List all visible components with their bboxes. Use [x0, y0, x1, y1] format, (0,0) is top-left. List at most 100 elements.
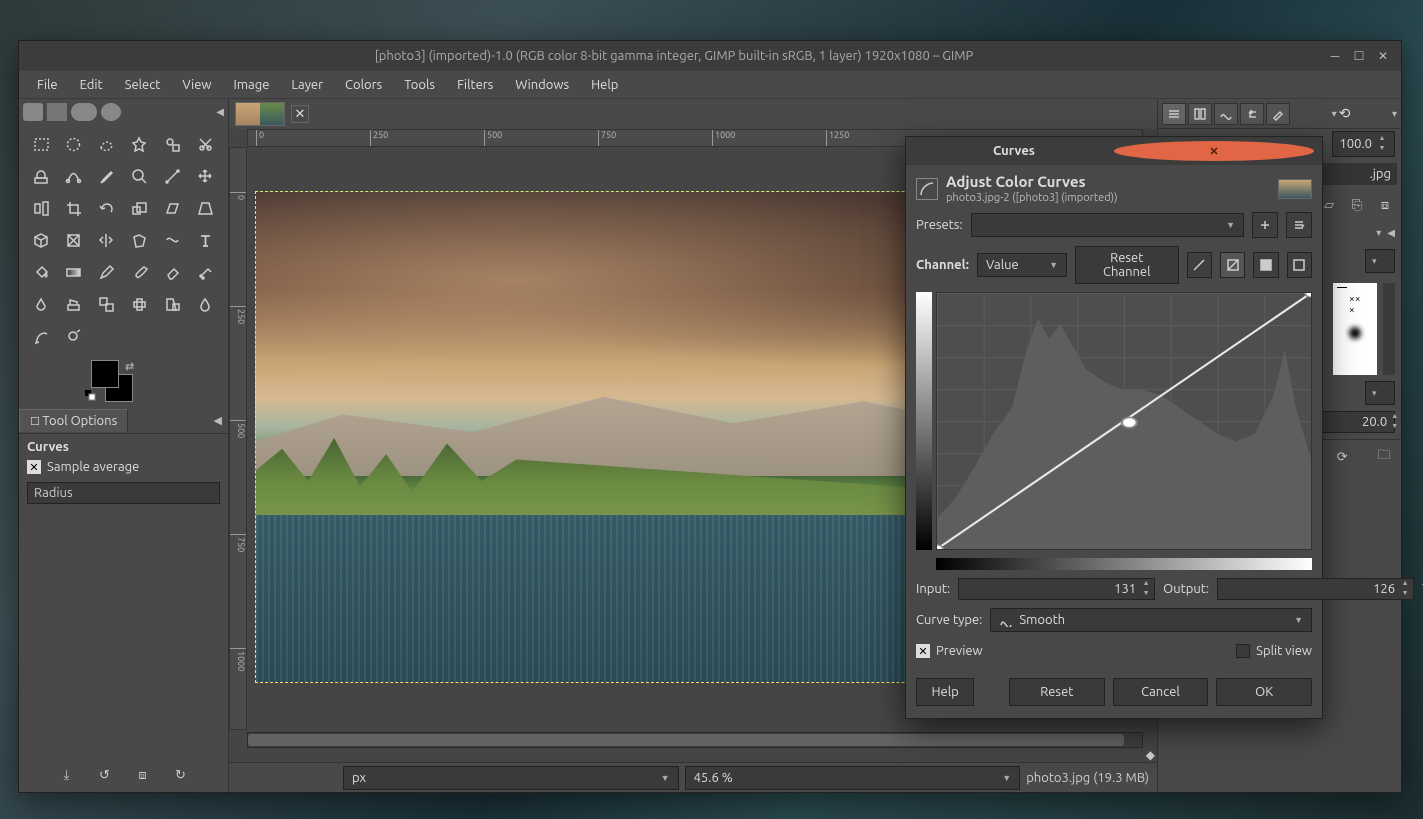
- channel-combo[interactable]: Value▼: [977, 253, 1067, 277]
- menu-help[interactable]: Help: [581, 74, 628, 96]
- patterns-tab-icon[interactable]: [1188, 103, 1212, 125]
- reset-options-icon[interactable]: ↻: [172, 766, 190, 784]
- tool-paths[interactable]: [60, 162, 88, 190]
- maximize-button[interactable]: ☐: [1347, 44, 1371, 68]
- tool-pencil[interactable]: [93, 258, 121, 286]
- unit-combo[interactable]: px▼: [343, 766, 679, 790]
- menu-tools[interactable]: Tools: [394, 74, 445, 96]
- reset-channel-button[interactable]: Reset Channel: [1075, 246, 1178, 284]
- presets-combo[interactable]: ▼: [971, 213, 1244, 237]
- paint-tab-icon[interactable]: [1266, 103, 1290, 125]
- chevron-down-icon[interactable]: ▾: [1376, 227, 1381, 239]
- dialog-title-bar[interactable]: Curves ✕: [906, 137, 1322, 165]
- histogram-light-icon[interactable]: [1287, 252, 1312, 278]
- preset-menu-icon[interactable]: [1286, 212, 1312, 238]
- save-options-icon[interactable]: ⤓: [58, 766, 76, 784]
- tool-by-color-select[interactable]: [158, 130, 186, 158]
- tool-shear[interactable]: [158, 194, 186, 222]
- tool-clone[interactable]: [93, 290, 121, 318]
- tool-3d-transform[interactable]: [27, 226, 55, 254]
- configure-tab-icon[interactable]: ◀: [208, 414, 228, 427]
- histogram-dark-icon[interactable]: [1253, 252, 1278, 278]
- tool-text[interactable]: [191, 226, 219, 254]
- linear-histogram-icon[interactable]: [1187, 252, 1212, 278]
- tool-scale[interactable]: [126, 194, 154, 222]
- tool-heal[interactable]: [126, 290, 154, 318]
- reset-button[interactable]: Reset: [1009, 678, 1105, 706]
- zoom-combo[interactable]: 45.6 %▼: [685, 766, 1021, 790]
- tool-fuzzy-select[interactable]: [126, 130, 154, 158]
- tool-mypaint[interactable]: [60, 290, 88, 318]
- brushes-tab-icon[interactable]: [1162, 103, 1186, 125]
- tool-ellipse-select[interactable]: [60, 130, 88, 158]
- tool-rotate[interactable]: [93, 194, 121, 222]
- tool-align[interactable]: [27, 194, 55, 222]
- preview-checkbox[interactable]: ✕Preview: [916, 640, 983, 662]
- tool-rect-select[interactable]: [27, 130, 55, 158]
- menu-image[interactable]: Image: [224, 74, 280, 96]
- tool-perspective[interactable]: [191, 194, 219, 222]
- tool-warp[interactable]: [158, 226, 186, 254]
- image-tab-thumbnail[interactable]: [235, 102, 285, 126]
- tool-options-tab[interactable]: ☐ Tool Options: [19, 409, 128, 432]
- brush-select-combo[interactable]: ▾: [1365, 249, 1395, 273]
- tool-crop[interactable]: [60, 194, 88, 222]
- tool-color-picker[interactable]: [93, 162, 121, 190]
- tool-airbrush[interactable]: [191, 258, 219, 286]
- dialog-close-icon[interactable]: ✕: [1114, 141, 1314, 161]
- vertical-scrollbar[interactable]: [1383, 283, 1395, 375]
- tool-smudge[interactable]: [27, 322, 55, 350]
- help-button[interactable]: Help: [916, 678, 974, 706]
- split-view-checkbox[interactable]: Split view: [1236, 640, 1312, 662]
- curve-type-combo[interactable]: Smooth▼: [990, 608, 1312, 632]
- tool-scissors[interactable]: [191, 130, 219, 158]
- tool-dodge-burn[interactable]: [60, 322, 88, 350]
- tool-free-select[interactable]: [93, 130, 121, 158]
- fg-bg-swatches[interactable]: ⇄: [87, 360, 147, 404]
- tool-ink[interactable]: [27, 290, 55, 318]
- cancel-button[interactable]: Cancel: [1113, 678, 1209, 706]
- rotate-reset-icon[interactable]: ⟲: [1339, 105, 1351, 122]
- undo-tab-icon[interactable]: [1240, 103, 1264, 125]
- raise-layer-icon[interactable]: ⎘: [1347, 195, 1367, 215]
- menu-windows[interactable]: Windows: [505, 74, 579, 96]
- output-value[interactable]: [1224, 582, 1399, 596]
- menu-select[interactable]: Select: [115, 74, 171, 96]
- tool-eraser[interactable]: [158, 258, 186, 286]
- tool-perspective-clone[interactable]: [158, 290, 186, 318]
- tool-blur[interactable]: [191, 290, 219, 318]
- tool-bucket-fill[interactable]: [27, 258, 55, 286]
- input-value[interactable]: [965, 582, 1140, 596]
- brush-preview[interactable]: × ××: [1333, 283, 1377, 375]
- configure-tab-icon[interactable]: ◀: [1387, 227, 1395, 239]
- add-preset-icon[interactable]: [1252, 212, 1278, 238]
- chevron-down-icon[interactable]: ▾: [1392, 108, 1397, 120]
- navigation-icon[interactable]: ◆: [1146, 748, 1155, 762]
- configure-tab-icon[interactable]: ◀: [216, 106, 224, 118]
- menu-edit[interactable]: Edit: [70, 74, 113, 96]
- log-histogram-icon[interactable]: [1220, 252, 1245, 278]
- gradients-tab-icon[interactable]: [1214, 103, 1238, 125]
- tool-unified-transform[interactable]: [60, 226, 88, 254]
- tool-paintbrush[interactable]: [126, 258, 154, 286]
- refresh-brush-icon[interactable]: ⟳: [1333, 448, 1351, 466]
- menu-colors[interactable]: Colors: [335, 74, 392, 96]
- menu-file[interactable]: File: [27, 74, 68, 96]
- tool-zoom[interactable]: [126, 162, 154, 190]
- tool-move[interactable]: [191, 162, 219, 190]
- radius-field[interactable]: Radius ▲▼: [27, 482, 220, 504]
- close-button[interactable]: ✕: [1371, 44, 1395, 68]
- tool-flip[interactable]: [93, 226, 121, 254]
- tool-cage[interactable]: [126, 226, 154, 254]
- opacity-value[interactable]: 100.0▲▼: [1332, 131, 1395, 157]
- sample-average-checkbox[interactable]: ✕Sample average: [27, 456, 220, 478]
- image-tab-close-icon[interactable]: ✕: [291, 105, 309, 123]
- chevron-down-icon[interactable]: ▾: [1332, 108, 1337, 120]
- menu-view[interactable]: View: [172, 74, 221, 96]
- open-folder-icon[interactable]: 🗀: [1375, 448, 1393, 466]
- ok-button[interactable]: OK: [1216, 678, 1312, 706]
- horizontal-scrollbar[interactable]: [247, 732, 1143, 748]
- delete-layer-icon[interactable]: ⧈: [1375, 195, 1395, 215]
- minimize-button[interactable]: ─: [1323, 44, 1347, 68]
- radius-input[interactable]: [73, 486, 248, 500]
